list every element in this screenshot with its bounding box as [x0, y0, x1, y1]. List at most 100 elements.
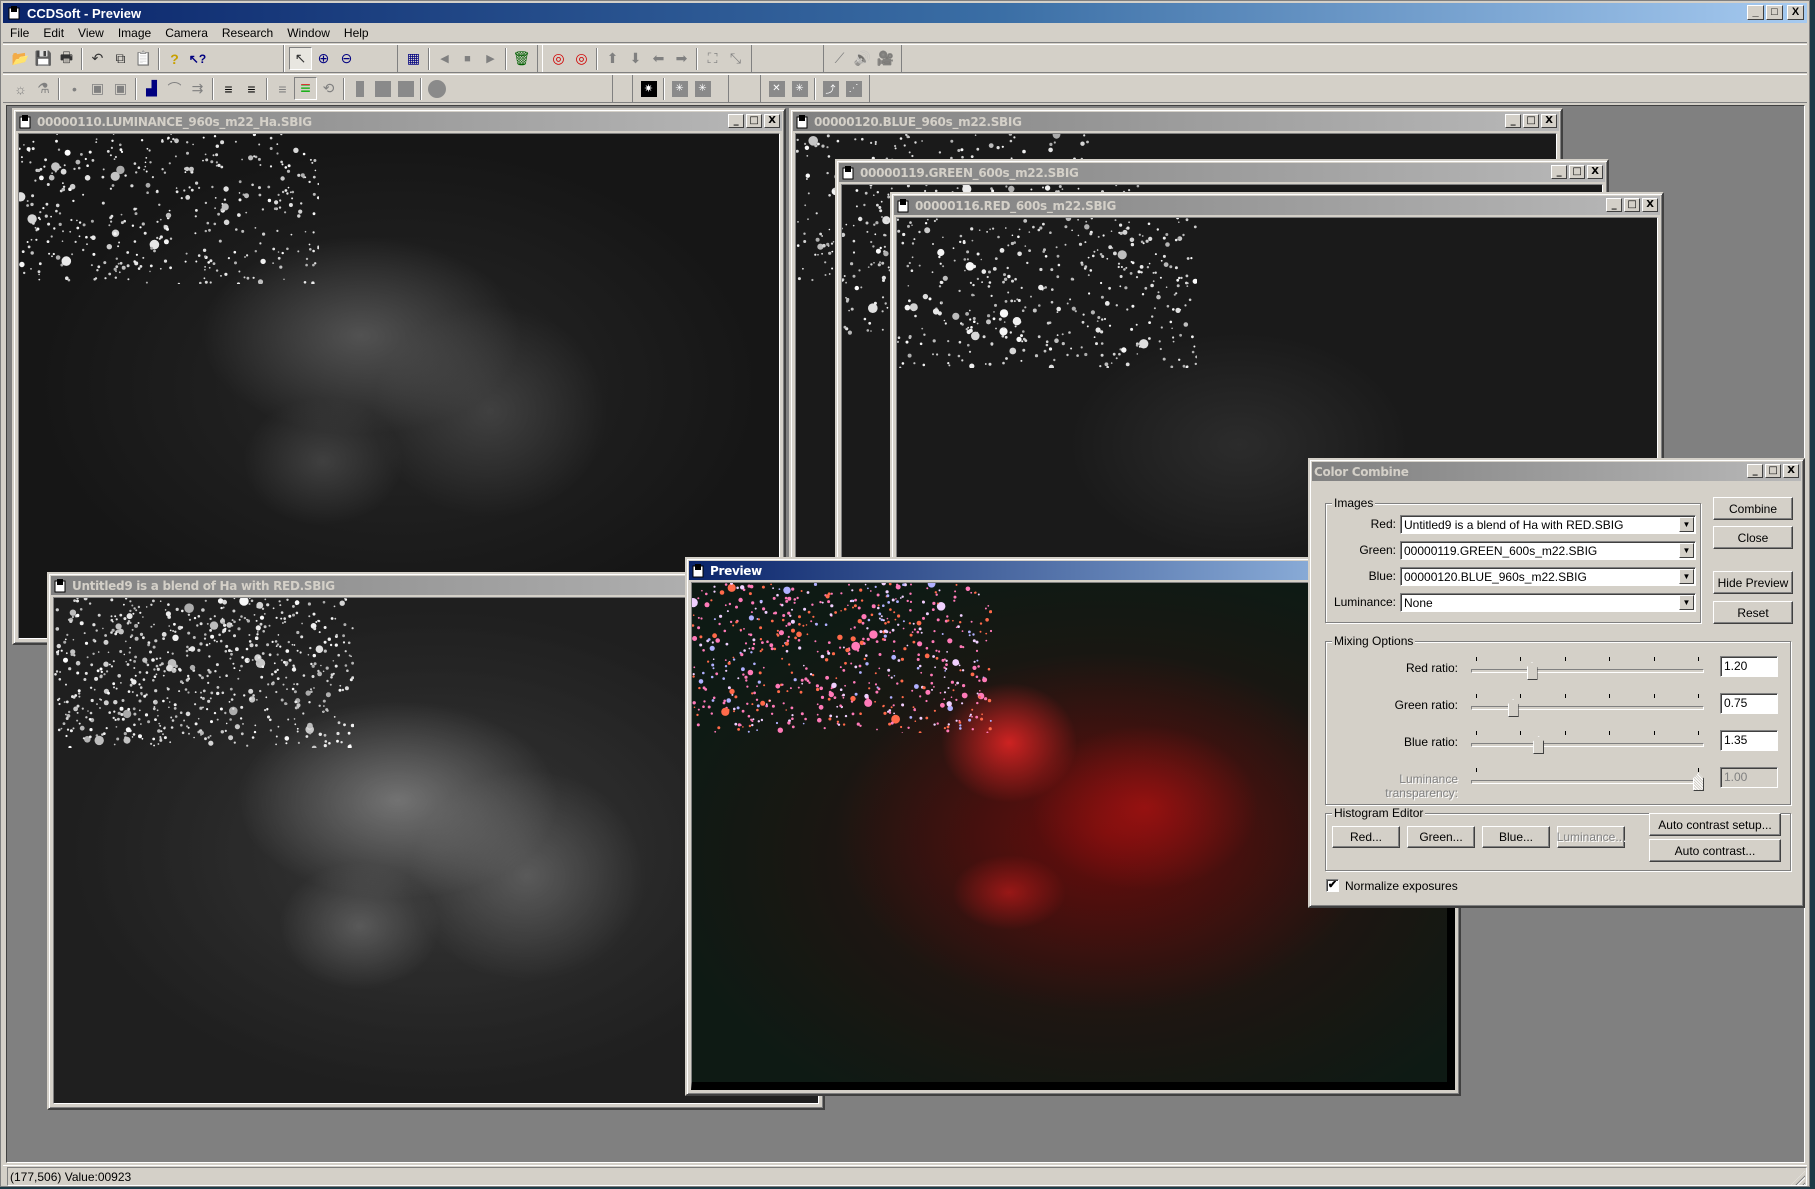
frame-icon[interactable]: ▣ — [86, 77, 109, 100]
minimize-button[interactable]: _ — [1505, 114, 1521, 128]
open-icon[interactable]: 📂 — [9, 47, 32, 70]
line-curve-icon[interactable]: ⤴ — [819, 77, 842, 100]
red-ratio-input[interactable]: 1.20 — [1720, 656, 1778, 677]
slider-thumb[interactable] — [1526, 662, 1538, 680]
close-button[interactable]: X — [1587, 165, 1603, 179]
close-button[interactable]: X — [1541, 114, 1557, 128]
zoom-in-icon[interactable]: ⊕ — [312, 47, 335, 70]
minimize-button[interactable]: _ — [1747, 464, 1763, 478]
menu-help[interactable]: Help — [337, 26, 376, 40]
undo-icon[interactable]: ↶ — [86, 47, 109, 70]
curve-icon[interactable]: ⌒ — [163, 77, 186, 100]
menu-research[interactable]: Research — [215, 26, 280, 40]
menu-window[interactable]: Window — [280, 26, 337, 40]
close-dialog-button[interactable]: Close — [1713, 526, 1793, 549]
square-2-icon[interactable] — [394, 77, 417, 100]
green-ratio-slider[interactable] — [1471, 692, 1704, 718]
stack-subtract-icon[interactable]: ≡ — [240, 77, 263, 100]
auto-contrast-button[interactable]: Auto contrast... — [1649, 839, 1781, 862]
stars-icon[interactable]: • — [63, 77, 86, 100]
green-ratio-input[interactable]: 0.75 — [1720, 693, 1778, 714]
color-combine-icon[interactable]: ≡ — [294, 77, 317, 100]
stack-add-icon[interactable]: ≡ — [217, 77, 240, 100]
rotate-icon[interactable]: ⟲ — [317, 77, 340, 100]
histogram-blue-button[interactable]: Blue... — [1482, 826, 1550, 848]
copy-icon[interactable]: ⧉ — [109, 47, 132, 70]
stop-icon[interactable]: ■ — [456, 47, 479, 70]
red-channel-select[interactable]: Untitled9 is a blend of Ha with RED.SBIG… — [1400, 515, 1696, 534]
green-channel-select[interactable]: 00000119.GREEN_600s_m22.SBIG ▼ — [1400, 541, 1696, 560]
transform-icon[interactable]: ⇉ — [186, 77, 209, 100]
bar-icon[interactable] — [348, 77, 371, 100]
star-box-3-icon[interactable]: ✳ — [788, 77, 811, 100]
minimize-button[interactable]: _ — [1606, 198, 1622, 212]
frame-dot-icon[interactable]: ▣ — [109, 77, 132, 100]
pointer-icon[interactable]: ↖ — [289, 47, 312, 70]
target-multi-icon[interactable]: ◎ — [570, 47, 593, 70]
reset-button[interactable]: Reset — [1713, 601, 1793, 624]
luminance-image-window[interactable]: 00000110.LUMINANCE_960s_m22_Ha.SBIG _ □ … — [12, 108, 786, 645]
arrow-up-icon[interactable]: ⬆ — [601, 47, 624, 70]
star-box-2-icon[interactable]: ✳ — [691, 77, 714, 100]
sound-icon[interactable]: 🔊 — [851, 47, 874, 70]
menu-file[interactable]: File — [3, 26, 36, 40]
blue-ratio-slider[interactable] — [1471, 729, 1704, 755]
trash-icon[interactable]: 🗑 — [510, 47, 533, 70]
circle-icon[interactable] — [425, 77, 448, 100]
save-icon[interactable]: 💾 — [32, 47, 55, 70]
tile-icon[interactable]: ▦ — [402, 47, 425, 70]
red-ratio-slider[interactable] — [1471, 655, 1704, 681]
previous-icon[interactable]: ◀ — [433, 47, 456, 70]
star-box-icon[interactable]: ✳ — [668, 77, 691, 100]
minimize-button[interactable]: _ — [1747, 5, 1764, 20]
chevron-down-icon[interactable]: ▼ — [1679, 517, 1694, 532]
brightness-icon[interactable]: ☼ — [9, 77, 32, 100]
paste-icon[interactable]: 📋 — [132, 47, 155, 70]
minimize-button[interactable]: _ — [1551, 165, 1567, 179]
close-button[interactable]: X — [764, 114, 780, 128]
help-icon[interactable]: ? — [163, 47, 186, 70]
image-canvas[interactable] — [18, 133, 780, 639]
window-titlebar[interactable]: 00000119.GREEN_600s_m22.SBIG _ □ X — [839, 163, 1605, 182]
close-button[interactable]: X — [1787, 5, 1804, 20]
histogram-red-button[interactable]: Red... — [1332, 826, 1400, 848]
normalize-exposures-checkbox[interactable]: ✔ — [1326, 879, 1339, 892]
window-titlebar[interactable]: 00000116.RED_600s_m22.SBIG _ □ X — [894, 196, 1660, 215]
expand-icon[interactable]: ⛶ — [701, 47, 724, 70]
arrow-left-icon[interactable]: ⬅ — [647, 47, 670, 70]
window-titlebar[interactable]: 00000120.BLUE_960s_m22.SBIG _ □ X — [793, 112, 1559, 131]
close-button[interactable]: X — [1783, 464, 1799, 478]
maximize-button[interactable]: □ — [746, 114, 762, 128]
dialog-titlebar[interactable]: Color Combine _ □ X — [1312, 462, 1801, 481]
menu-view[interactable]: View — [71, 26, 111, 40]
target-new-icon[interactable]: ◎ — [547, 47, 570, 70]
app-titlebar[interactable]: CCDSoft - Preview _ □ X — [3, 3, 1807, 23]
maximize-button[interactable]: □ — [1765, 464, 1781, 478]
stack-blend-icon[interactable]: ≡ — [271, 77, 294, 100]
line-dots-icon[interactable]: ⋰ — [842, 77, 865, 100]
maximize-button[interactable]: □ — [1766, 5, 1783, 20]
close-button[interactable]: X — [1642, 198, 1658, 212]
slider-thumb[interactable] — [1507, 699, 1519, 717]
star-grid-icon[interactable]: ✷ — [637, 77, 660, 100]
maximize-button[interactable]: □ — [1624, 198, 1640, 212]
menu-edit[interactable]: Edit — [36, 26, 71, 40]
square-icon[interactable] — [371, 77, 394, 100]
context-help-icon[interactable]: ↖? — [186, 47, 209, 70]
chevron-down-icon[interactable]: ▼ — [1679, 595, 1694, 610]
histogram-icon[interactable]: ▟ — [140, 77, 163, 100]
histogram-green-button[interactable]: Green... — [1407, 826, 1475, 848]
zoom-out-icon[interactable]: ⊖ — [335, 47, 358, 70]
arrow-right-icon[interactable]: ➡ — [670, 47, 693, 70]
arrow-down-icon[interactable]: ⬇ — [624, 47, 647, 70]
blue-channel-select[interactable]: 00000120.BLUE_960s_m22.SBIG ▼ — [1400, 567, 1696, 586]
camera-icon[interactable]: 🎥 — [874, 47, 897, 70]
minimize-button[interactable]: _ — [728, 114, 744, 128]
star-x-icon[interactable]: ✕ — [765, 77, 788, 100]
telescope-icon[interactable]: ⟋ — [828, 47, 851, 70]
window-titlebar[interactable]: 00000110.LUMINANCE_960s_m22_Ha.SBIG _ □ … — [16, 112, 782, 131]
blue-ratio-input[interactable]: 1.35 — [1720, 730, 1778, 751]
menu-image[interactable]: Image — [111, 26, 158, 40]
print-icon[interactable]: 🖶 — [55, 47, 78, 70]
shrink-icon[interactable]: ⤡ — [724, 47, 747, 70]
